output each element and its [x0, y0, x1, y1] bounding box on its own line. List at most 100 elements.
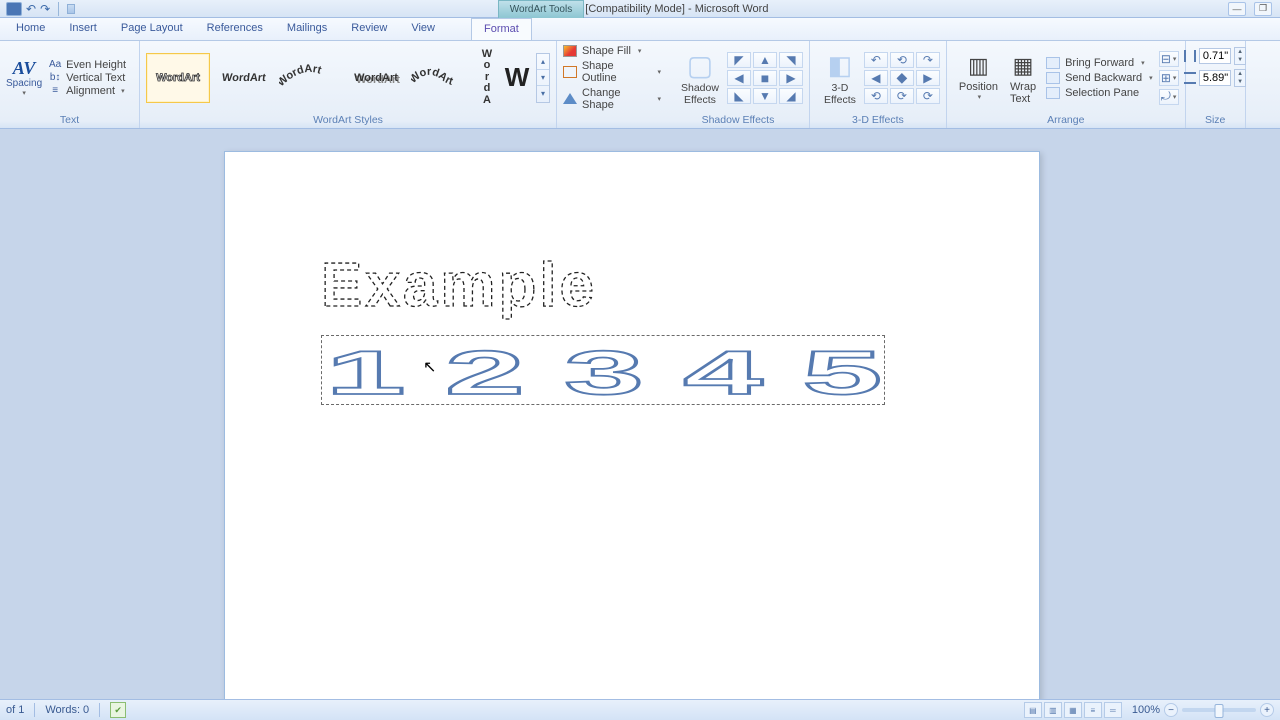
shadow-effects-icon: ▢	[687, 49, 713, 83]
tab-review[interactable]: Review	[339, 18, 399, 40]
wordart-style-vertical[interactable]: WordA	[476, 53, 498, 103]
nudge-t[interactable]: ▲	[753, 52, 777, 68]
even-height-button[interactable]: AaEven Height	[48, 59, 126, 71]
change-shape-icon	[563, 93, 577, 104]
title-bar: ↶ ↷ example [Compatibility Mode] - Micro…	[0, 0, 1280, 18]
wrap-text-label: Wrap Text	[1010, 81, 1036, 105]
window-title: example [Compatibility Mode] - Microsoft…	[81, 3, 1228, 15]
even-height-icon: Aa	[48, 59, 62, 70]
zoom-in-button[interactable]: +	[1260, 703, 1274, 717]
nudge-b[interactable]: ▼	[753, 88, 777, 104]
threed-effects-button[interactable]: ◧ 3-D Effects	[816, 49, 864, 106]
tab-format[interactable]: Format	[471, 18, 532, 40]
group-arrange: ▥ Position▾ ▦ Wrap Text Bring Forward▾ S…	[947, 41, 1186, 128]
wordart-style-4[interactable]: WordArt	[344, 53, 408, 103]
view-draft[interactable]: ═	[1104, 702, 1122, 718]
shape-outline-button[interactable]: Shape Outline▾	[563, 60, 661, 84]
wordart-style-w[interactable]: W	[500, 60, 534, 96]
position-button[interactable]: ▥ Position▾	[953, 51, 1004, 105]
tilt-left[interactable]: ↶	[864, 52, 888, 68]
rotate-button[interactable]: ⤾▾	[1159, 89, 1179, 105]
nudge-bl[interactable]: ◣	[727, 88, 751, 104]
wordart-style-5[interactable]: WordArt	[410, 53, 474, 103]
nudge-tl[interactable]: ◤	[727, 52, 751, 68]
tilt-down[interactable]: ⟳	[890, 88, 914, 104]
wordart-style-3[interactable]: WordArt	[278, 53, 342, 103]
nudge-tr[interactable]: ◥	[779, 52, 803, 68]
view-web-layout[interactable]: ▦	[1064, 702, 1082, 718]
wordart-object-1[interactable]: Example	[321, 242, 891, 335]
save-button[interactable]	[6, 2, 22, 16]
tilt-right[interactable]: ↷	[916, 52, 940, 68]
wrap-text-button[interactable]: ▦ Wrap Text	[1004, 51, 1042, 105]
change-shape-button[interactable]: Change Shape▾	[563, 87, 661, 111]
height-spin-down[interactable]: ▼	[1235, 56, 1245, 64]
width-input-row: ▲▼	[1184, 69, 1246, 87]
alignment-button[interactable]: ≡Alignment▾	[48, 85, 126, 97]
group-styles-label: WordArt Styles	[140, 114, 556, 128]
height-input[interactable]	[1199, 48, 1231, 64]
page[interactable]: Example 1 2 3 4 5 ↖	[224, 151, 1040, 699]
group-3d-label: 3-D Effects	[810, 114, 946, 128]
group-button[interactable]: ⊞▾	[1159, 70, 1179, 86]
proofing-icon[interactable]: ✔	[110, 702, 126, 718]
wordart-style-1[interactable]: WordArt	[146, 53, 210, 103]
qat-customize[interactable]	[67, 4, 75, 14]
zoom-level[interactable]: 100%	[1132, 704, 1160, 716]
tilt-center[interactable]: ◆	[890, 70, 914, 86]
view-outline[interactable]: ≡	[1084, 702, 1102, 718]
spacing-label: Spacing	[6, 78, 42, 89]
document-area[interactable]: Example 1 2 3 4 5 ↖	[0, 129, 1280, 699]
tilt-br[interactable]: ⟳	[916, 88, 940, 104]
tab-references[interactable]: References	[195, 18, 275, 40]
shape-fill-button[interactable]: Shape Fill▾	[563, 45, 661, 57]
shape-fill-icon	[563, 45, 577, 57]
tab-insert[interactable]: Insert	[57, 18, 109, 40]
shadow-nudge-grid: ◤▲◥ ◀■▶ ◣▼◢	[727, 52, 803, 104]
undo-icon[interactable]: ↶	[26, 2, 36, 16]
tilt-bl[interactable]: ⟲	[864, 88, 888, 104]
vertical-text-button[interactable]: b↕Vertical Text	[48, 72, 126, 84]
height-icon	[1184, 50, 1196, 62]
tab-page-layout[interactable]: Page Layout	[109, 18, 195, 40]
send-backward-label: Send Backward	[1065, 72, 1142, 84]
nudge-r[interactable]: ▶	[779, 70, 803, 86]
tab-home[interactable]: Home	[4, 18, 57, 40]
nudge-l[interactable]: ◀	[727, 70, 751, 86]
threed-label: 3-D Effects	[824, 83, 856, 106]
tab-view[interactable]: View	[399, 18, 447, 40]
page-status[interactable]: of 1	[6, 704, 24, 716]
view-print-layout[interactable]: ▤	[1024, 702, 1042, 718]
wordart-style-2[interactable]: WordArt	[212, 53, 276, 103]
status-bar: of 1 Words: 0 ✔ ▤ ▥ ▦ ≡ ═ 100% − +	[0, 699, 1280, 720]
width-spin-down[interactable]: ▼	[1235, 78, 1245, 86]
align-button[interactable]: ⊟▾	[1159, 51, 1179, 67]
selection-pane-button[interactable]: Selection Pane	[1046, 87, 1153, 99]
threed-tilt-grid: ↶⟲↷ ◀◆▶ ⟲⟳⟳	[864, 52, 940, 104]
minimize-button[interactable]: —	[1228, 2, 1246, 16]
tilt-l2[interactable]: ◀	[864, 70, 888, 86]
send-backward-button[interactable]: Send Backward▾	[1046, 72, 1153, 84]
tab-mailings[interactable]: Mailings	[275, 18, 339, 40]
shadow-effects-button[interactable]: ▢ Shadow Effects	[673, 49, 727, 106]
width-icon	[1184, 72, 1196, 84]
nudge-br[interactable]: ◢	[779, 88, 803, 104]
bring-forward-button[interactable]: Bring Forward▾	[1046, 57, 1153, 69]
position-icon: ▥	[965, 51, 991, 81]
zoom-slider[interactable]	[1182, 708, 1256, 712]
nudge-center[interactable]: ■	[753, 70, 777, 86]
width-input[interactable]	[1199, 70, 1231, 86]
tilt-up[interactable]: ⟲	[890, 52, 914, 68]
tilt-r2[interactable]: ▶	[916, 70, 940, 86]
width-spin-up[interactable]: ▲	[1235, 70, 1245, 78]
restore-button[interactable]: ❐	[1254, 2, 1272, 16]
wordart-object-2[interactable]: 1 2 3 4 5	[321, 335, 885, 405]
style-preview-text: WordArt	[221, 72, 266, 84]
height-spin-up[interactable]: ▲	[1235, 48, 1245, 56]
gallery-scroll[interactable]: ▴▾▾	[536, 53, 550, 103]
view-full-screen[interactable]: ▥	[1044, 702, 1062, 718]
redo-icon[interactable]: ↷	[40, 2, 50, 16]
word-count[interactable]: Words: 0	[45, 704, 89, 716]
zoom-out-button[interactable]: −	[1164, 703, 1178, 717]
spacing-button[interactable]: AV Spacing ▾	[6, 59, 48, 97]
